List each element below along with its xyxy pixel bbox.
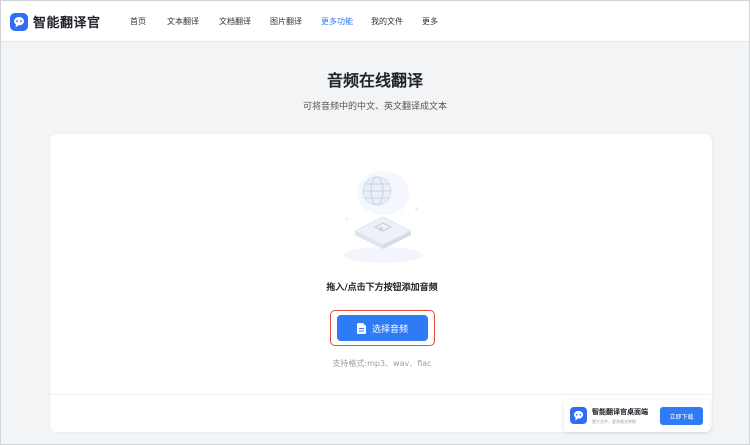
select-audio-button[interactable]: 选择音频 — [337, 315, 428, 341]
file-icon — [356, 322, 366, 334]
nav-more[interactable]: 更多 — [422, 16, 438, 27]
page-title: 音频在线翻译 — [326, 71, 423, 90]
nav-more-features[interactable]: 更多功能 — [321, 16, 353, 27]
promo-title: 智能翻译官桌面端 — [592, 408, 648, 416]
globe-chat-icon — [357, 171, 409, 215]
audio-file-icon — [354, 216, 412, 249]
app-logo-icon — [10, 12, 28, 31]
app-logo-icon — [570, 407, 587, 424]
app-name: 智能翻译官 — [33, 16, 101, 31]
audio-upload-illustration — [325, 169, 445, 269]
download-button[interactable]: 立即下载 — [660, 407, 703, 425]
card-divider — [50, 394, 714, 395]
nav-text-translate[interactable]: 文本翻译 — [167, 16, 199, 27]
supported-formats: 支持格式:mp3、wav、flac — [332, 359, 432, 368]
app-logo[interactable]: 智能翻译官 — [10, 12, 101, 31]
promo-subtitle: 更大文件、更多格式转换 — [592, 419, 636, 424]
nav-image-translate[interactable]: 图片翻译 — [270, 16, 302, 27]
upload-card[interactable]: 拖入/点击下方按钮添加音频 选择音频 支持格式:mp3、wav、flac — [49, 133, 714, 433]
nav-my-files[interactable]: 我的文件 — [371, 16, 403, 27]
select-audio-label: 选择音频 — [371, 324, 408, 335]
nav-document-translate[interactable]: 文档翻译 — [219, 16, 251, 27]
drop-instruction: 拖入/点击下方按钮添加音频 — [326, 283, 438, 293]
top-header: 智能翻译官 首页 文本翻译 文档翻译 图片翻译 更多功能 我的文件 更多 — [1, 1, 749, 42]
nav-home[interactable]: 首页 — [130, 16, 146, 27]
desktop-promo[interactable]: 智能翻译官桌面端 更大文件、更多格式转换 立即下载 — [564, 400, 710, 432]
page-subtitle: 可将音频中的中文、英文翻译成文本 — [302, 102, 447, 112]
main-nav: 首页 文本翻译 文档翻译 图片翻译 更多功能 我的文件 更多 — [130, 1, 458, 42]
